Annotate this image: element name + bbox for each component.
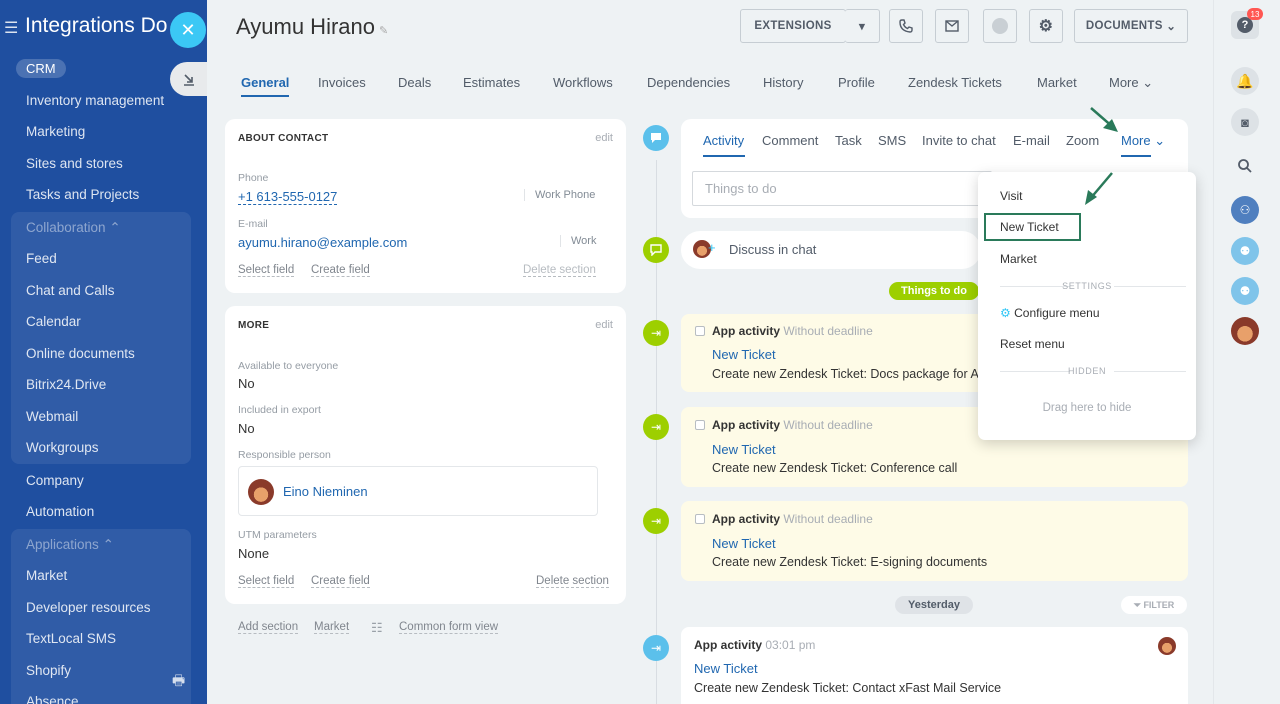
annotation-arrows — [1085, 107, 1118, 205]
user-avatar[interactable] — [1231, 317, 1259, 345]
arrow-icon — [1085, 172, 1113, 205]
open-line-button[interactable]: ⚉ — [1231, 237, 1259, 265]
messages-button[interactable]: ◙ — [1231, 108, 1259, 136]
group-chat-button[interactable]: ⚇ — [1231, 196, 1259, 224]
user-clock-icon: ⚉ — [1239, 244, 1251, 258]
notifications-button[interactable]: 🔔 — [1231, 67, 1259, 95]
user-clock-icon: ⚉ — [1239, 284, 1251, 298]
group-icon: ⚇ — [1239, 203, 1251, 217]
chat-bubble-icon: ◙ — [1241, 114, 1249, 130]
search-button[interactable] — [1231, 152, 1259, 180]
search-icon — [1238, 159, 1252, 173]
bell-icon: 🔔 — [1236, 72, 1254, 89]
arrow-icon — [1090, 107, 1118, 132]
notification-badge: 13 — [1247, 8, 1263, 20]
right-sidebar: ? 13 🔔 ◙ ⚇ ⚉ ⚉ — [1213, 0, 1280, 704]
open-line-button-2[interactable]: ⚉ — [1231, 277, 1259, 305]
